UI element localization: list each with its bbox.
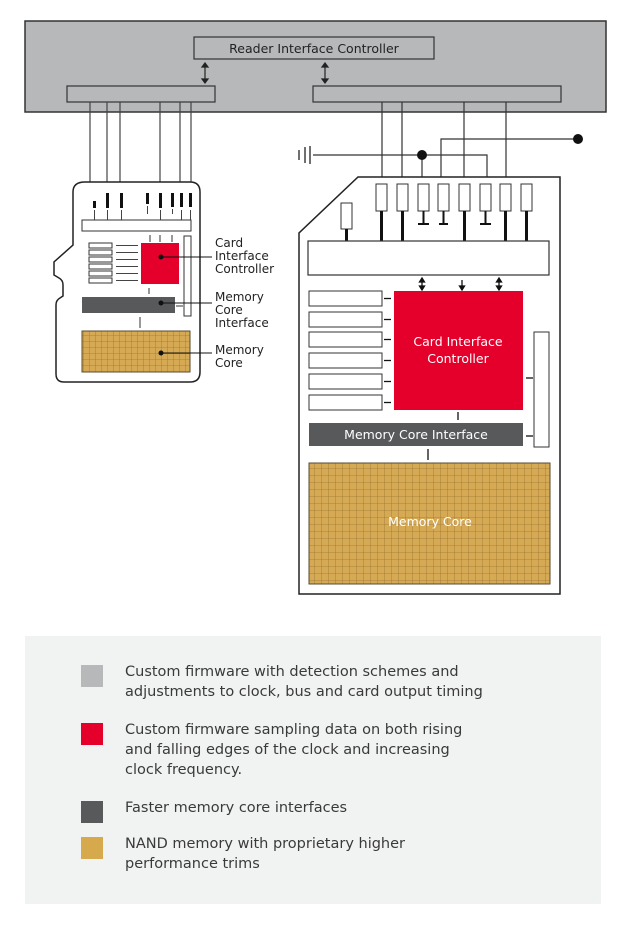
microsd-card: Card Interface Controller Memory Core In… — [53, 181, 274, 383]
sd-side-bus — [533, 331, 550, 448]
microsd-core-label-line2: Core — [215, 356, 243, 370]
sd-pin-bus — [307, 240, 550, 276]
legend-swatch-dark-gray — [81, 801, 103, 823]
microsd-memory-core — [81, 330, 191, 373]
microsd-controller-label-line1: Card — [215, 236, 243, 250]
sd-slot-connector — [312, 85, 562, 103]
card-reader: Reader Interface Controller — [24, 20, 607, 113]
sd-card: Card Interface Controller Memory Core In… — [298, 176, 561, 595]
microsd-controller-label-line2: Interface — [215, 249, 269, 263]
microsd-card-interface-controller — [141, 243, 179, 284]
microsd-labels: Card Interface Controller Memory Core In… — [215, 236, 274, 370]
microsd-wires — [89, 102, 192, 182]
sd-controller-label-line2: Controller — [427, 351, 489, 366]
legend-swatch-red — [81, 723, 103, 745]
sd-card-architecture-diagram: Reader Interface Controller Card Interfa… — [24, 20, 607, 595]
sd-core-label: Memory Core — [388, 514, 472, 529]
legend-swatch-gold — [81, 837, 103, 859]
legend: Custom firmware with detection schemes a… — [25, 636, 601, 904]
microsd-interface-label-line2: Core — [215, 303, 243, 317]
microsd-slot-connector — [66, 85, 216, 103]
microsd-side-bus — [183, 235, 192, 317]
sd-wires — [313, 102, 578, 177]
legend-item-firmware-sampling: Custom firmware sampling data on both ri… — [81, 720, 485, 780]
microsd-interface-label-line3: Interface — [215, 316, 269, 330]
ground-symbol — [298, 146, 311, 164]
legend-text: Custom firmware sampling data on both ri… — [125, 722, 463, 778]
microsd-pin-bus — [81, 219, 192, 232]
legend-swatch-gray — [81, 665, 103, 687]
legend-text: NAND memory with proprietary higher perf… — [125, 836, 406, 872]
reader-interface-controller-label: Reader Interface Controller — [229, 41, 399, 56]
sd-controller-label-line1: Card Interface — [413, 334, 502, 349]
microsd-controller-label-line3: Controller — [215, 262, 274, 276]
power-junction — [573, 134, 583, 144]
ground-junction — [417, 150, 427, 160]
sd-interface-label: Memory Core Interface — [344, 427, 488, 442]
legend-item-memory-interfaces: Faster memory core interfaces — [81, 798, 485, 823]
legend-item-firmware-detection: Custom firmware with detection schemes a… — [81, 662, 485, 702]
legend-item-nand-memory: NAND memory with proprietary higher perf… — [81, 834, 485, 874]
legend-text: Custom firmware with detection schemes a… — [125, 664, 483, 700]
microsd-core-label-line1: Memory — [215, 343, 264, 357]
microsd-interface-label-line1: Memory — [215, 290, 264, 304]
legend-text: Faster memory core interfaces — [125, 800, 348, 816]
